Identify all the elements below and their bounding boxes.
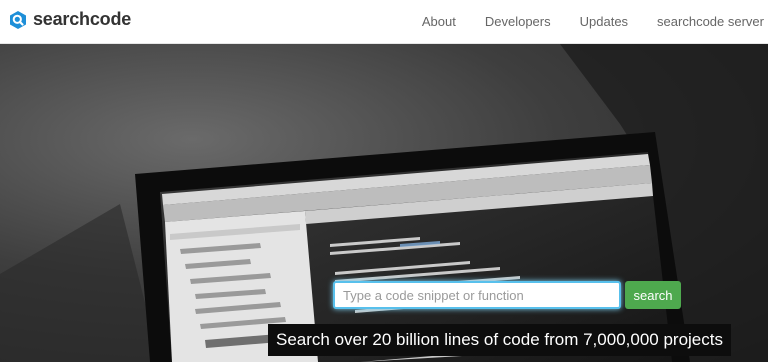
top-nav-bar: searchcode About Developers Updates sear… — [0, 0, 768, 44]
hero-banner — [0, 44, 768, 362]
nav-link-searchcode-server[interactable]: searchcode server — [657, 14, 764, 29]
nav-link-about[interactable]: About — [422, 14, 456, 29]
nav-link-updates[interactable]: Updates — [580, 14, 628, 29]
search-input[interactable] — [333, 281, 621, 309]
nav-link-developers[interactable]: Developers — [485, 14, 551, 29]
search-form: search — [333, 281, 681, 309]
brand-name: searchcode — [33, 9, 132, 29]
search-logo-icon — [10, 10, 26, 29]
laptop-background-image — [0, 44, 768, 362]
home-logo-link[interactable]: searchcode — [8, 9, 131, 30]
main-nav: About Developers Updates searchcode serv… — [393, 0, 768, 43]
search-button[interactable]: search — [625, 281, 681, 309]
tagline: Search over 20 billion lines of code fro… — [268, 324, 731, 356]
